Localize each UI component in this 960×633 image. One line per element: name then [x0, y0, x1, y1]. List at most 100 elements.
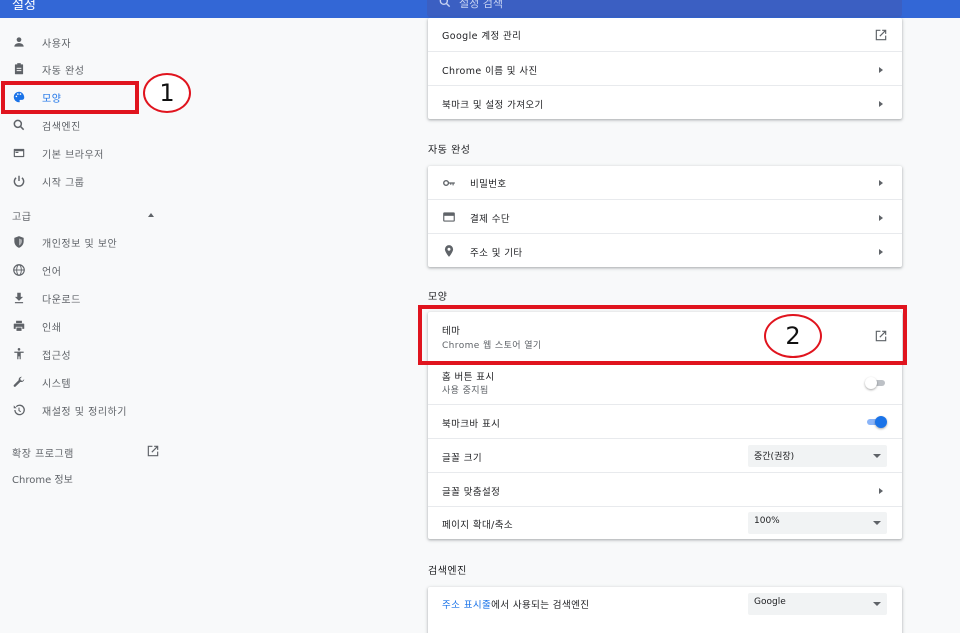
search-engine-value: Google: [754, 597, 786, 607]
search-placeholder: 설정 검색: [459, 0, 503, 10]
sidebar-item-default-browser[interactable]: 기본 브라우저: [0, 140, 170, 166]
sidebar-item-on-startup[interactable]: 시작 그룹: [0, 168, 170, 194]
download-icon: [14, 292, 24, 304]
search-icon: [439, 0, 451, 8]
chevron-right-icon: [879, 249, 883, 255]
people-card: Google 계정 관리 Chrome 이름 및 사진 북마크 및 설정 가져오…: [428, 18, 902, 119]
sidebar-item-system[interactable]: 시스템: [0, 369, 170, 395]
chevron-up-icon: [148, 213, 154, 217]
sidebar-item-extensions[interactable]: 확장 프로그램: [12, 442, 162, 460]
row-label: 비밀번호: [470, 179, 507, 190]
row-label: 북마크 및 설정 가져오기: [442, 100, 544, 111]
row-addresses[interactable]: 주소 및 기타: [428, 233, 902, 267]
chevron-right-icon: [879, 215, 883, 221]
clipboard-icon: [14, 63, 24, 75]
sidebar-item-reset[interactable]: 재설정 및 정리하기: [0, 397, 170, 423]
sidebar-item-privacy[interactable]: 개인정보 및 보안: [0, 229, 170, 255]
open-in-new-icon: [875, 29, 887, 41]
row-import-bookmarks[interactable]: 북마크 및 설정 가져오기: [428, 85, 902, 119]
home-button-title: 홈 버튼 표시: [442, 372, 495, 383]
globe-icon: [13, 264, 25, 276]
highlight-box-theme-row: [418, 305, 907, 365]
font-size-title: 글꼴 크기: [442, 453, 482, 464]
restore-icon: [13, 404, 25, 416]
page-zoom-select[interactable]: 100%: [748, 512, 887, 534]
search-icon: [13, 119, 25, 131]
power-icon: [13, 175, 25, 187]
sidebar-item-accessibility[interactable]: 접근성: [0, 341, 170, 367]
row-font-size: 글꼴 크기 중간(권장): [428, 438, 902, 472]
sidebar-item-search-engine[interactable]: 검색엔진: [0, 112, 170, 138]
font-size-value: 중간(권장): [754, 452, 795, 462]
appearance-heading: 모양: [428, 292, 448, 303]
home-button-subtitle: 사용 중지됨: [442, 386, 489, 396]
search-engine-select[interactable]: Google: [748, 593, 887, 615]
search-settings-input[interactable]: 설정 검색: [427, 0, 902, 17]
row-manage-google-account[interactable]: Google 계정 관리: [428, 18, 902, 51]
printer-icon: [13, 320, 25, 332]
annotation-marker-2: 2: [764, 314, 822, 358]
row-passwords[interactable]: 비밀번호: [428, 166, 902, 199]
person-icon: [14, 37, 24, 47]
customize-fonts-title: 글꼴 맞춤설정: [442, 487, 501, 498]
sidebar-item-label: 재설정 및 정리하기: [42, 406, 127, 418]
sidebar-item-languages[interactable]: 언어: [0, 257, 170, 283]
sidebar-item-label: 다운로드: [42, 294, 81, 306]
wrench-icon: [13, 376, 25, 387]
bookmarks-bar-title: 북마크바 표시: [442, 419, 501, 430]
sidebar-item-label: 기본 브라우저: [42, 149, 104, 161]
search-engine-label-rest: 에서 사용되는 검색엔진: [491, 600, 590, 611]
sidebar-item-printing[interactable]: 인쇄: [0, 313, 170, 339]
row-label: Google 계정 관리: [442, 31, 522, 42]
sidebar-item-label: 사용자: [42, 38, 72, 50]
sidebar-item-about-chrome[interactable]: Chrome 정보: [12, 471, 73, 486]
browser-icon: [13, 148, 25, 158]
chevron-down-icon: [873, 602, 881, 606]
sidebar-item-label: 자동 완성: [42, 65, 85, 77]
location-pin-icon: [444, 245, 454, 257]
row-page-zoom: 페이지 확대/축소 100%: [428, 506, 902, 539]
sidebar-item-people[interactable]: 사용자: [0, 29, 170, 55]
row-chrome-name-photo[interactable]: Chrome 이름 및 사진: [428, 51, 902, 85]
accessibility-icon: [14, 348, 24, 360]
bookmarks-bar-toggle[interactable]: [865, 416, 887, 428]
chevron-right-icon: [879, 101, 883, 107]
sidebar-item-label: 확장 프로그램: [12, 449, 74, 460]
sidebar-item-autofill[interactable]: 자동 완성: [0, 56, 170, 82]
row-label: Chrome 이름 및 사진: [442, 66, 538, 77]
search-engine-heading: 검색엔진: [428, 566, 467, 577]
credit-card-icon: [443, 212, 455, 222]
sidebar-item-label: 인쇄: [42, 322, 62, 334]
sidebar-item-label: 접근성: [42, 350, 72, 362]
page-zoom-value: 100%: [754, 516, 780, 526]
row-payment-methods[interactable]: 결제 수단: [428, 199, 902, 233]
row-label: 결제 수단: [470, 214, 510, 225]
advanced-label: 고급: [12, 212, 32, 223]
row-bookmarks-bar[interactable]: 북마크바 표시: [428, 404, 902, 438]
address-bar-link[interactable]: 주소 표시줄: [442, 600, 491, 611]
row-search-engine: 주소 표시줄에서 사용되는 검색엔진 Google: [428, 587, 902, 621]
open-in-new-icon: [147, 445, 159, 457]
home-button-toggle[interactable]: [865, 377, 887, 389]
sidebar-item-label: 언어: [42, 266, 62, 278]
chevron-right-icon: [879, 67, 883, 73]
sidebar-item-label: 개인정보 및 보안: [42, 238, 118, 250]
highlight-box-appearance-nav: [1, 81, 139, 114]
autofill-heading: 자동 완성: [428, 145, 471, 156]
search-engine-card: 주소 표시줄에서 사용되는 검색엔진 Google: [428, 587, 902, 633]
chevron-down-icon: [873, 454, 881, 458]
chevron-down-icon: [873, 521, 881, 525]
row-home-button[interactable]: 홈 버튼 표시 사용 중지됨: [428, 362, 902, 404]
shield-icon: [14, 236, 24, 248]
font-size-select[interactable]: 중간(권장): [748, 445, 887, 467]
annotation-marker-1: 1: [143, 73, 191, 113]
sidebar-item-downloads[interactable]: 다운로드: [0, 285, 170, 311]
row-customize-fonts[interactable]: 글꼴 맞춤설정: [428, 472, 902, 506]
chevron-right-icon: [879, 488, 883, 494]
row-label: 주소 및 기타: [470, 248, 523, 259]
autofill-card: 비밀번호 결제 수단 주소 및 기타: [428, 166, 902, 267]
sidebar-item-label: 시스템: [42, 378, 72, 390]
key-icon: [443, 179, 455, 187]
sidebar-item-label: 검색엔진: [42, 121, 81, 133]
settings-header: 설정 설정 검색: [0, 0, 960, 18]
